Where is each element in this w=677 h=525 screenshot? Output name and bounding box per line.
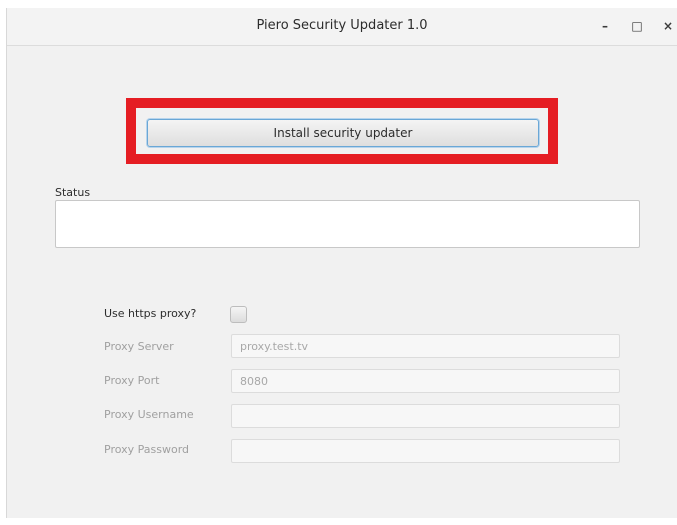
minimize-button[interactable]: – <box>597 18 613 34</box>
proxy-port-input[interactable] <box>231 369 620 393</box>
install-security-updater-button[interactable]: Install security updater <box>147 119 539 147</box>
app-window: Piero Security Updater 1.0 – □ × Install… <box>6 8 677 518</box>
proxy-server-input[interactable] <box>231 334 620 358</box>
proxy-port-label: Proxy Port <box>104 374 160 387</box>
close-button[interactable]: × <box>660 18 676 34</box>
proxy-username-input[interactable] <box>231 404 620 428</box>
proxy-username-label: Proxy Username <box>104 408 194 421</box>
use-https-proxy-label: Use https proxy? <box>104 307 197 320</box>
status-label: Status <box>55 186 91 199</box>
use-https-proxy-checkbox[interactable] <box>230 306 247 323</box>
proxy-password-label: Proxy Password <box>104 443 190 456</box>
status-output <box>55 200 640 248</box>
proxy-server-label: Proxy Server <box>104 340 174 353</box>
title-bar[interactable]: Piero Security Updater 1.0 – □ × <box>7 8 677 46</box>
proxy-password-input[interactable] <box>231 439 620 463</box>
maximize-button[interactable]: □ <box>629 18 645 34</box>
window-title: Piero Security Updater 1.0 <box>256 18 428 33</box>
